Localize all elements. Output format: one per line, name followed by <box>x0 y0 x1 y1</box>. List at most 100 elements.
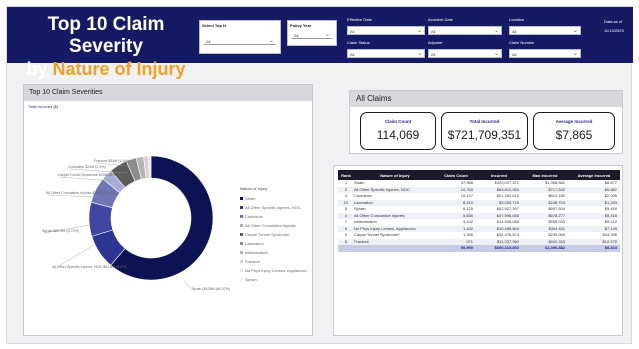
legend-item[interactable]: Fracture <box>240 257 307 266</box>
slice-label: All Other Specific Injuries, NOC $63.6M … <box>52 265 127 269</box>
adjuster-dropdown[interactable]: All ⌄ <box>428 49 502 58</box>
legend-swatch <box>240 224 243 228</box>
claim-number-dropdown[interactable]: All ⌄ <box>509 49 581 58</box>
table-cell: $8,333 <box>568 245 620 252</box>
chevron-down-icon: ⌄ <box>493 51 499 57</box>
title-by: by <box>26 59 53 79</box>
slice-label: Strain ($428M (60.07%) <box>192 287 230 291</box>
claim-status-filter[interactable]: Claim Status All ⌄ <box>347 40 425 58</box>
title-line-2: by Nature of Injury <box>15 58 197 80</box>
donut-slice-sprain[interactable] <box>88 201 114 237</box>
column-header[interactable]: Max Incurred <box>522 170 568 180</box>
policy-year-dropdown[interactable]: All ⌄ <box>292 31 332 39</box>
accident-date-value: All <box>431 29 436 34</box>
as-of-date: 11/13/2023 <box>604 28 624 33</box>
effective-date-filter[interactable]: Effective Date All ⌄ <box>347 17 425 35</box>
all-claims-panel: All Claims Claim Count 114,069 Total Inc… <box>349 90 623 154</box>
select-top-n-filter[interactable]: Select Top N All ⌄ <box>199 20 281 54</box>
claim-status-dropdown[interactable]: All ⌄ <box>347 49 425 58</box>
legend-item[interactable]: Strain <box>240 194 307 203</box>
claim-number-value: All <box>512 52 517 57</box>
total-incurred-label: Total Incurred <box>469 119 500 124</box>
legend-label: No Phys Injury Lenses, Appliances <box>245 268 307 273</box>
header-bar: Top 10 Claim Severity by Nature of Injur… <box>7 7 633 79</box>
policy-year-label: Policy Year <box>290 23 312 28</box>
severity-table-panel: Rank Nature of Injury Claim Count Incurred M… <box>333 165 623 336</box>
claim-count-value: 114,069 <box>376 128 420 142</box>
table-cell: 99,990 <box>436 245 476 252</box>
policy-year-filter[interactable]: Policy Year All ⌄ <box>287 20 337 46</box>
location-value: All <box>512 29 517 34</box>
legend-label: Carpal Tunnel Syndrome <box>245 232 290 237</box>
legend-swatch <box>240 206 243 210</box>
legend-label: All Other Specific Injuries, NOC <box>245 205 301 210</box>
column-header[interactable]: Rank <box>338 170 354 180</box>
location-dropdown[interactable]: All ⌄ <box>509 26 581 35</box>
slice-label: Carpal Tunnel Syndrome $33M (4.6%) <box>58 173 119 177</box>
legend-label: Contusion <box>245 214 264 219</box>
chevron-down-icon: ⌄ <box>416 28 422 34</box>
column-header[interactable]: Incurred <box>476 170 522 180</box>
slice-label: Fracture $14M (1.9%) <box>94 159 129 163</box>
legend-swatch <box>240 242 243 246</box>
average-incurred-card: Average Incurred $7,865 <box>533 112 615 150</box>
adjuster-value: All <box>431 52 436 57</box>
chevron-down-icon: ⌄ <box>324 32 330 38</box>
effective-date-dropdown[interactable]: All ⌄ <box>347 26 425 35</box>
column-header[interactable]: Average Incurred <box>568 170 620 180</box>
claim-number-filter[interactable]: Claim Number All ⌄ <box>509 40 581 58</box>
report-title: Top 10 Claim Severity by Nature of Injur… <box>15 14 197 80</box>
total-incurred-card: Total Incurred $721,709,351 <box>441 112 528 150</box>
claim-count-label: Claim Count <box>384 119 412 124</box>
table-cell: $690,315,892 <box>476 245 522 252</box>
claim-status-value: All <box>350 52 355 57</box>
legend-item[interactable]: All Other Specific Injuries, NOC <box>240 203 307 212</box>
legend-label: Strain <box>245 196 256 201</box>
accident-date-dropdown[interactable]: All ⌄ <box>428 26 502 35</box>
legend-label: All Other Cumulative Injuries <box>245 223 296 228</box>
report-page: Top 10 Claim Severity by Nature of Injur… <box>6 6 633 344</box>
chevron-down-icon: ⌄ <box>572 28 578 34</box>
legend-label: Inflammation <box>245 250 268 255</box>
legend-swatch <box>240 215 243 219</box>
column-header[interactable]: Nature of Injury <box>354 170 436 180</box>
adjuster-filter[interactable]: Adjuster All ⌄ <box>428 40 502 58</box>
claim-count-card: Claim Count 114,069 <box>360 112 436 150</box>
column-header[interactable]: Claim Count <box>436 170 476 180</box>
legend-item[interactable]: Inflammation <box>240 248 307 257</box>
chevron-down-icon: ⌄ <box>572 51 578 57</box>
legend-label: Laceration <box>245 241 264 246</box>
accident-date-filter[interactable]: Accident Date All ⌄ <box>428 17 502 35</box>
table-cell <box>354 245 436 252</box>
as-of-label: Data as of <box>604 19 623 24</box>
slice-label: All Other Cumulative Injuries $48M (6.6%… <box>46 191 113 195</box>
chart-legend: Nature of Injury Strain All Other Specifi… <box>240 186 307 284</box>
slice-label: Contusion $21M (2.9%) <box>68 165 106 169</box>
adjuster-label: Adjuster <box>428 40 443 45</box>
severity-table: Rank Nature of Injury Claim Count Incurred M… <box>338 170 620 252</box>
table-cell <box>338 245 354 252</box>
effective-date-value: All <box>350 29 355 34</box>
all-claims-title: All Claims <box>350 91 622 107</box>
legend-item[interactable]: Contusion <box>240 212 307 221</box>
accident-date-label: Accident Date <box>428 17 453 22</box>
table-total-row: 99,990 $690,315,892 $1,396,582 $8,333 <box>338 245 620 252</box>
legend-item[interactable]: All Other Cumulative Injuries <box>240 221 307 230</box>
legend-swatch <box>240 251 243 255</box>
location-label: Location <box>509 17 525 22</box>
legend-swatch <box>240 260 243 264</box>
legend-item[interactable]: Sprain <box>240 275 307 284</box>
legend-item[interactable]: Carpal Tunnel Syndrome <box>240 230 307 239</box>
legend-item[interactable]: No Phys Injury Lenses, Appliances <box>240 266 307 275</box>
legend-swatch <box>240 233 243 237</box>
title-line-1: Top 10 Claim Severity <box>47 14 165 57</box>
location-filter[interactable]: Location All ⌄ <box>509 17 581 35</box>
chevron-down-icon: ⌄ <box>416 51 422 57</box>
chevron-down-icon: ⌄ <box>268 38 274 44</box>
data-as-of: Data as of 11/13/2023 <box>604 17 624 35</box>
slice-label: Sprain $62.9M (8.72%) <box>42 229 79 233</box>
legend-title: Nature of Injury <box>240 186 268 191</box>
select-top-n-dropdown[interactable]: All ⌄ <box>204 37 276 45</box>
legend-swatch <box>240 278 243 282</box>
legend-item[interactable]: Laceration <box>240 239 307 248</box>
